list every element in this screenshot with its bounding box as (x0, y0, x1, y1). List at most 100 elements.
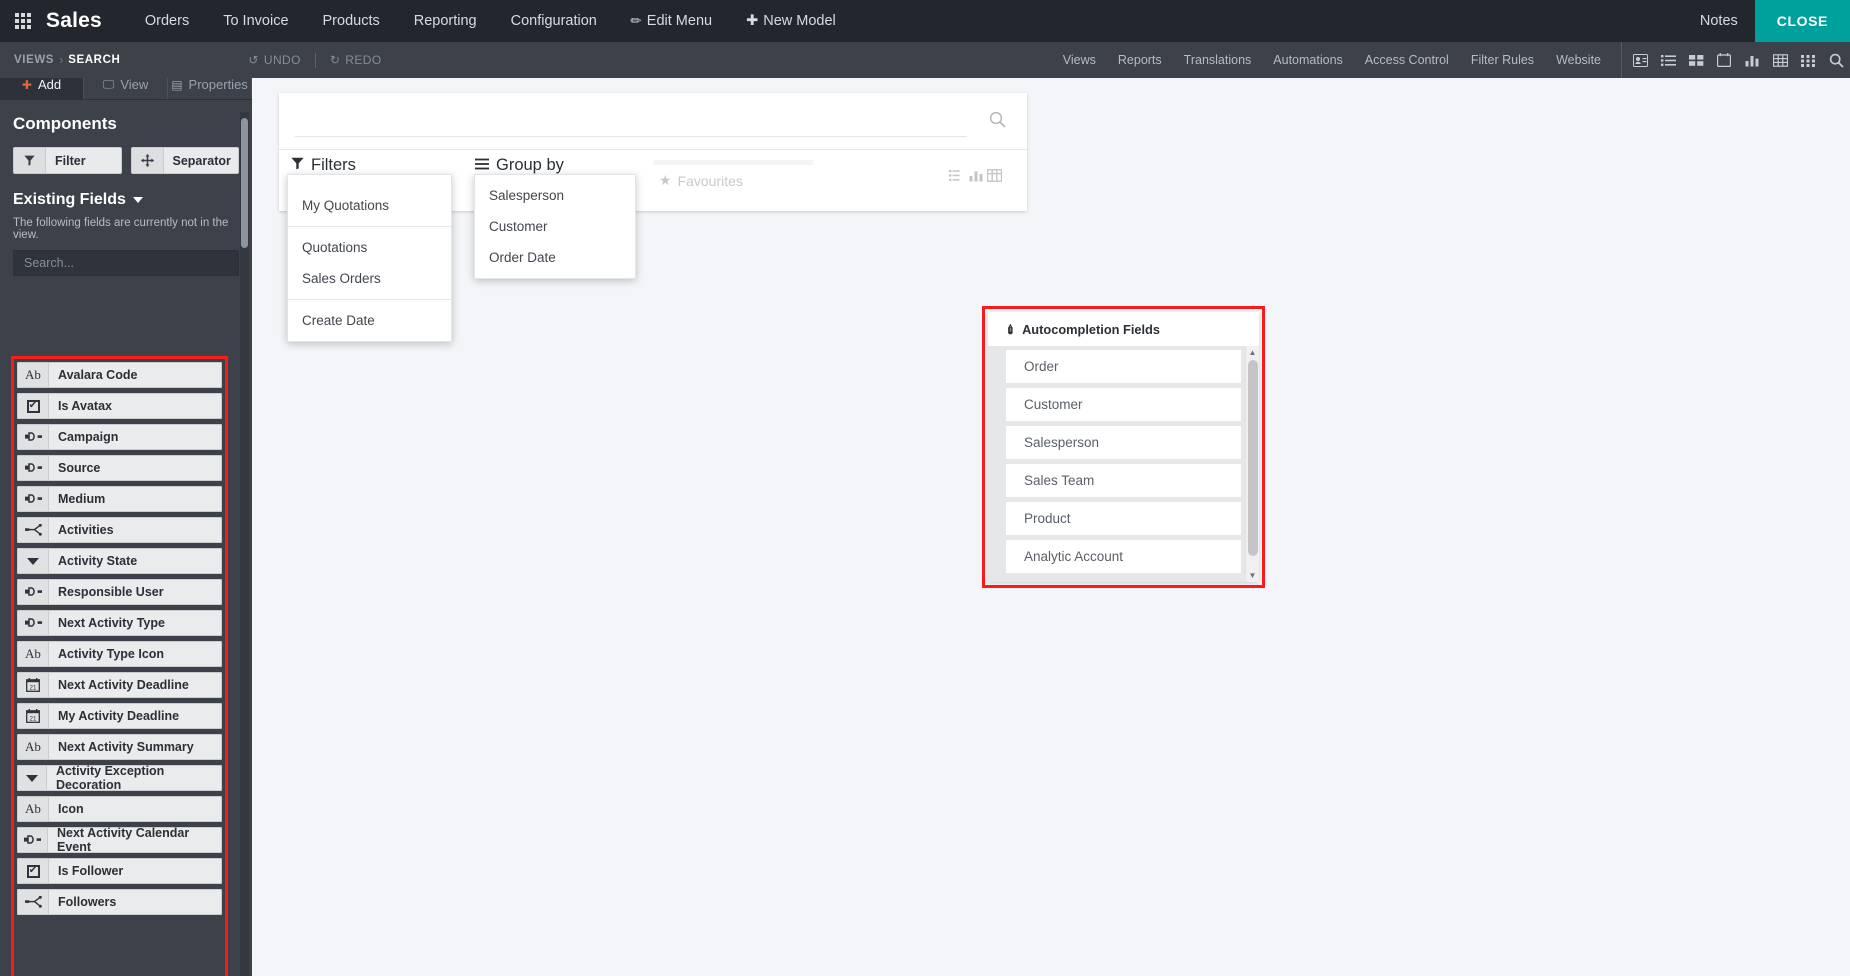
sidebar-tab-properties[interactable]: ▤ Properties (168, 78, 252, 99)
new-model-button[interactable]: ✚ New Model (729, 0, 853, 42)
edit-menu-button[interactable]: ✎ Edit Menu (614, 0, 729, 42)
autocompletion-item[interactable]: Sales Team (1006, 464, 1241, 497)
nav-item-configuration[interactable]: Configuration (494, 0, 614, 42)
notes-button[interactable]: Notes (1683, 0, 1755, 42)
autocompletion-item[interactable]: Customer (1006, 388, 1241, 421)
field-list-item[interactable]: Activity Exception Decoration (17, 764, 222, 792)
filter-item-sales-orders[interactable]: Sales Orders (288, 263, 451, 294)
pivot-view-icon[interactable] (986, 169, 1003, 187)
filter-item-quotations[interactable]: Quotations (288, 232, 451, 263)
studio-link-filter-rules[interactable]: Filter Rules (1460, 53, 1545, 67)
search-view-icon[interactable] (1822, 42, 1850, 78)
studio-body: ✚ Add 🖵 View ▤ Properties Components Fil… (0, 78, 1850, 976)
existing-fields-list: Ab Avalara Code ✔ Is Avatax Campaign Source Me… (17, 362, 222, 976)
field-list-item-label: Medium (58, 492, 106, 506)
filter-item-create-date[interactable]: Create Date (288, 305, 451, 336)
existing-fields-heading[interactable]: Existing Fields (13, 191, 239, 209)
favourites-dropdown[interactable]: ★ Favourites (659, 172, 743, 189)
field-list-item-label: Avalara Code (58, 368, 138, 382)
group-by-item-customer[interactable]: Customer (475, 211, 635, 242)
group-by-item-salesperson[interactable]: Salesperson (475, 180, 635, 211)
studio-link-views[interactable]: Views (1052, 53, 1107, 67)
nav-item-reporting[interactable]: Reporting (397, 0, 494, 42)
contact-card-icon[interactable] (1626, 42, 1654, 78)
field-list-item[interactable]: Ab Icon (17, 796, 222, 822)
autocompletion-title-text: Autocompletion Fields (1022, 322, 1160, 337)
components-row: Filter Separator (13, 147, 239, 174)
calendar-view-icon[interactable] (1710, 42, 1738, 78)
field-list-item[interactable]: Ab Next Activity Summary (17, 734, 222, 760)
sidebar-tab-view[interactable]: 🖵 View (84, 78, 168, 99)
redo-button[interactable]: ↻ REDO (324, 51, 388, 69)
separator-icon (131, 148, 164, 173)
autocompletion-item[interactable]: Product (1006, 502, 1241, 535)
filters-label-text: Filters (311, 156, 356, 174)
sidebar-scrollbar[interactable] (240, 112, 249, 976)
field-list-item[interactable]: 21 My Activity Deadline (17, 703, 222, 729)
field-list-item-label: Campaign (58, 430, 119, 444)
undo-icon: ↺ (248, 53, 259, 67)
field-list-item[interactable]: Next Activity Type (17, 610, 222, 636)
list-view-icon[interactable] (1654, 42, 1682, 78)
studio-link-access-control[interactable]: Access Control (1354, 53, 1460, 67)
field-list-item[interactable]: Next Activity Calendar Event (17, 826, 222, 854)
field-list-item[interactable]: Source (17, 455, 222, 481)
kanban-view-icon[interactable] (1682, 42, 1710, 78)
group-by-label[interactable]: Group by (475, 156, 564, 175)
bars-icon (475, 156, 489, 175)
autocompletion-item[interactable]: Analytic Account (1006, 540, 1241, 573)
divider (314, 52, 316, 68)
sidebar-tab-add[interactable]: ✚ Add (0, 78, 84, 99)
scroll-down-icon[interactable]: ▼ (1246, 569, 1259, 582)
autocompletion-item[interactable]: Salesperson (1006, 426, 1241, 459)
undo-button[interactable]: ↺ UNDO (242, 51, 306, 69)
nav-item-to-invoice[interactable]: To Invoice (206, 0, 305, 42)
autocompletion-item[interactable]: Order (1006, 350, 1241, 383)
nav-item-orders[interactable]: Orders (128, 0, 206, 42)
field-list-item[interactable]: Campaign (17, 424, 222, 450)
divider (288, 226, 451, 227)
field-list-item[interactable]: 21 Next Activity Deadline (17, 672, 222, 698)
studio-link-website[interactable]: Website (1545, 53, 1612, 67)
date-field-icon: 21 (18, 704, 49, 728)
autocompletion-scrollbar-thumb[interactable] (1248, 360, 1258, 556)
studio-link-automations[interactable]: Automations (1262, 53, 1353, 67)
many2one-field-icon (18, 580, 49, 604)
field-list-item[interactable]: Activities (17, 517, 222, 543)
scroll-up-icon[interactable]: ▲ (1246, 346, 1259, 359)
autocompletion-scrollbar[interactable]: ▲ ▼ (1245, 346, 1259, 582)
preview-view-switcher (949, 169, 1003, 187)
pivot-view-icon[interactable] (1766, 42, 1794, 78)
nav-item-products[interactable]: Products (306, 0, 397, 42)
filter-item-my-quotations[interactable]: My Quotations (288, 180, 451, 221)
field-list-item[interactable]: ✔ Is Follower (17, 858, 222, 884)
field-list-item[interactable]: Activity State (17, 548, 222, 574)
app-brand-sales[interactable]: Sales (46, 9, 102, 33)
studio-link-translations[interactable]: Translations (1173, 53, 1263, 67)
properties-icon: ▤ (171, 78, 183, 92)
sidebar-tab-properties-label: Properties (188, 78, 248, 92)
graph-view-icon[interactable] (1738, 42, 1766, 78)
component-filter[interactable]: Filter (13, 147, 122, 174)
search-icon[interactable] (989, 111, 1006, 133)
field-list-item[interactable]: Medium (17, 486, 222, 512)
field-list-item[interactable]: Responsible User (17, 579, 222, 605)
field-list-item[interactable]: ✔ Is Avatax (17, 393, 222, 419)
group-by-item-order-date[interactable]: Order Date (475, 242, 635, 273)
field-search-input[interactable] (13, 250, 239, 276)
graph-view-icon[interactable] (969, 169, 984, 187)
field-list-item[interactable]: Followers (17, 889, 222, 915)
search-input-row[interactable] (279, 93, 1027, 150)
studio-link-reports[interactable]: Reports (1107, 53, 1173, 67)
apps-grid-icon[interactable] (0, 13, 46, 29)
field-list-item[interactable]: Ab Activity Type Icon (17, 641, 222, 667)
component-separator[interactable]: Separator (130, 147, 239, 174)
sidebar-scrollbar-thumb[interactable] (241, 118, 248, 248)
field-list-item-label: Activity State (58, 554, 138, 568)
close-studio-button[interactable]: CLOSE (1754, 0, 1850, 42)
field-list-item[interactable]: Ab Avalara Code (17, 362, 222, 388)
activity-view-icon[interactable] (1794, 42, 1822, 78)
list-view-icon[interactable] (949, 169, 966, 187)
breadcrumb-views[interactable]: VIEWS (14, 54, 54, 66)
filters-label[interactable]: Filters (291, 156, 356, 175)
